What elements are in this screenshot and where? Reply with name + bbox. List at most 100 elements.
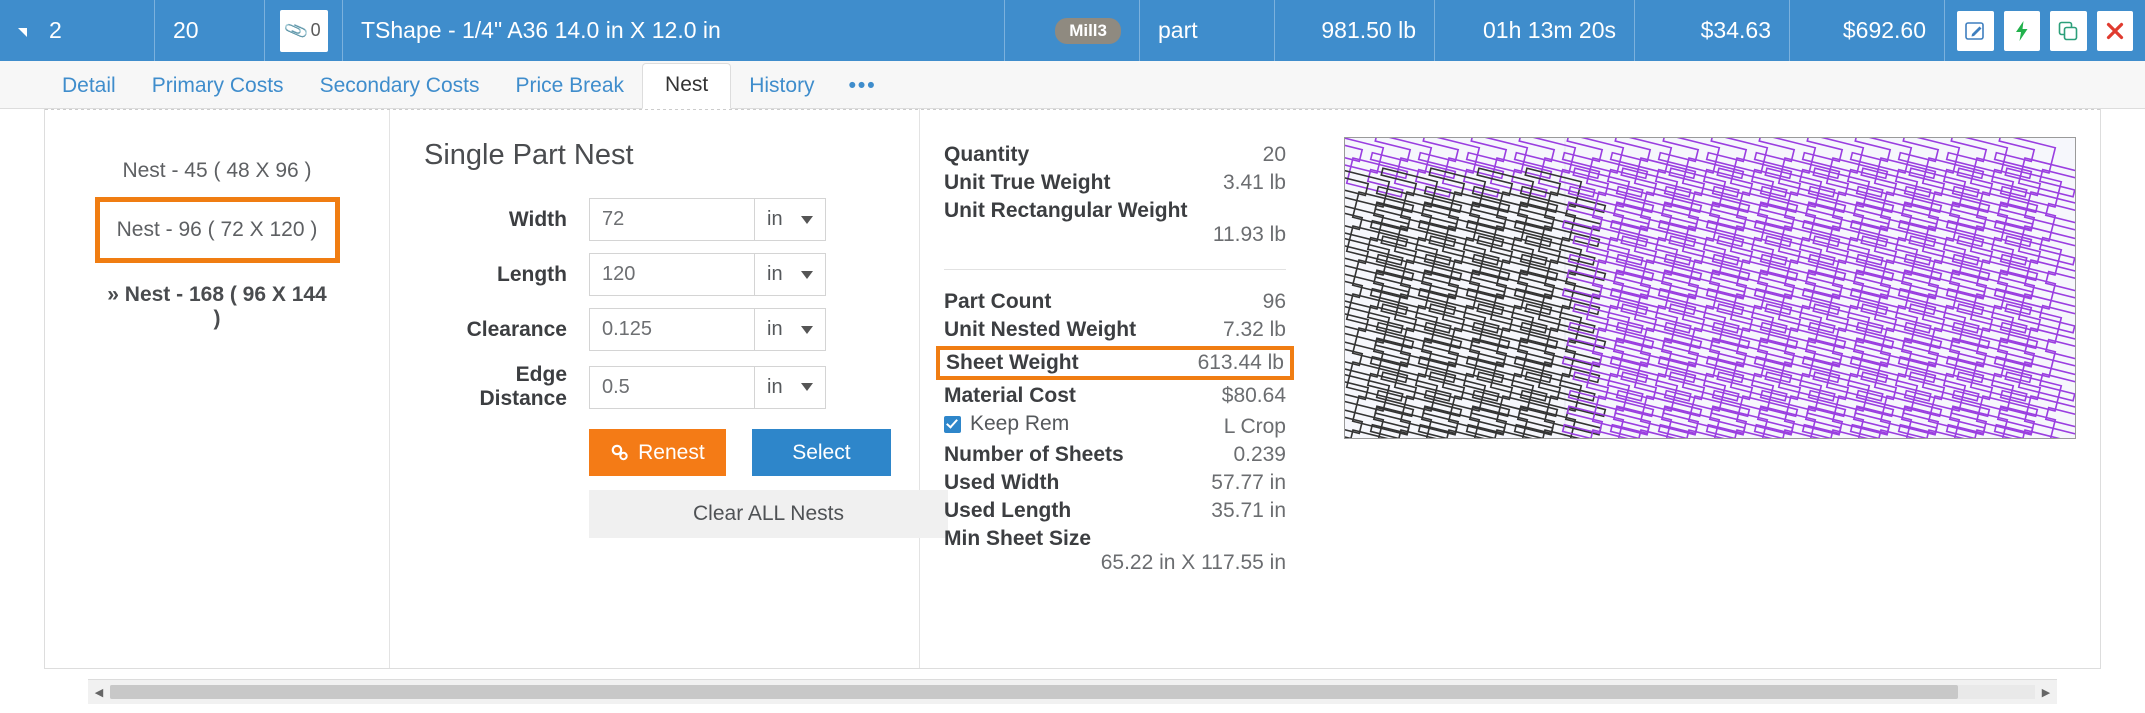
clearance-input[interactable] [589, 308, 754, 351]
header-runtime-value: 01h 13m 20s [1483, 17, 1616, 44]
clearance-unit-select[interactable]: in [754, 308, 826, 351]
header-level-value: 2 [49, 17, 62, 44]
status-badge: Mill3 [1055, 18, 1121, 44]
length-input[interactable] [589, 253, 754, 296]
tab-primary-costs[interactable]: Primary Costs [134, 65, 302, 108]
nest-list-item-168[interactable]: » Nest - 168 ( 96 X 144 ) [95, 263, 340, 345]
header-quantity-cell: 20 [155, 0, 265, 61]
stat-min-sheet-size-label: Min Sheet Size [944, 527, 1091, 550]
stat-keep-rem: Keep Rem L Crop [944, 410, 1286, 441]
header-weight-value: 981.50 lb [1321, 17, 1416, 44]
renest-button[interactable]: Renest [589, 429, 726, 476]
tab-history[interactable]: History [731, 65, 832, 108]
scrollbar-thumb[interactable] [110, 685, 1958, 699]
single-part-nest-form: Single Part Nest Width in Length in Clea… [390, 109, 920, 668]
edge-distance-label: Edge Distance [424, 363, 589, 411]
horizontal-scrollbar[interactable]: ◀ ▶ [88, 679, 2057, 704]
stat-quantity-label: Quantity [944, 143, 1029, 167]
header-unitcost-cell: $34.63 [1635, 0, 1790, 61]
nest-list: Nest - 45 ( 48 X 96 ) Nest - 96 ( 72 X 1… [45, 109, 390, 668]
quick-action-button[interactable] [2004, 11, 2041, 51]
keep-rem-value: L Crop [1224, 415, 1286, 439]
width-unit-select[interactable]: in [754, 198, 826, 241]
tab-overflow-menu[interactable]: ••• [833, 65, 895, 108]
form-row-length: Length in [424, 253, 891, 296]
paperclip-icon: 📎 [283, 17, 311, 44]
select-button-label: Select [792, 441, 850, 465]
width-unit-value: in [767, 208, 783, 231]
header-weight-cell: 981.50 lb [1275, 0, 1435, 61]
form-row-clearance: Clearance in [424, 308, 891, 351]
stat-unit-true-weight-label: Unit True Weight [944, 171, 1110, 195]
collapse-caret-icon[interactable] [18, 28, 27, 37]
tab-nest[interactable]: Nest [642, 63, 731, 109]
nest-list-item-45[interactable]: Nest - 45 ( 48 X 96 ) [95, 145, 340, 197]
tab-detail[interactable]: Detail [44, 65, 134, 108]
stat-material-cost: Material Cost $80.64 [944, 382, 1286, 410]
header-unitcost-value: $34.63 [1701, 17, 1771, 44]
length-unit-select[interactable]: in [754, 253, 826, 296]
width-input[interactable] [589, 198, 754, 241]
nest-statistics: Quantity 20 Unit True Weight 3.41 lb Uni… [920, 109, 1320, 668]
panel-top-divider [45, 109, 2100, 110]
lightning-bolt-icon [2011, 20, 2033, 42]
gears-icon [610, 443, 629, 462]
keep-rem-checkbox[interactable] [944, 416, 961, 433]
clearance-label: Clearance [424, 318, 589, 342]
chevron-down-icon [801, 216, 813, 224]
header-totalcost-cell: $692.60 [1790, 0, 1945, 61]
stat-min-sheet-size: Min Sheet Size 65.22 in X 117.55 in [944, 525, 1286, 577]
keep-rem-label: Keep Rem [970, 412, 1069, 436]
nest-layout-preview[interactable] [1344, 137, 2076, 439]
nest-list-item-96[interactable]: Nest - 96 ( 72 X 120 ) [95, 197, 340, 263]
edge-distance-input[interactable] [589, 366, 754, 409]
stat-material-cost-value: $80.64 [1222, 384, 1286, 408]
header-level-cell[interactable]: 2 [0, 0, 155, 61]
stat-sheet-weight: Sheet Weight 613.44 lb [936, 346, 1294, 380]
edit-button[interactable] [1957, 11, 1994, 51]
width-label: Width [424, 208, 589, 232]
stat-number-of-sheets: Number of Sheets 0.239 [944, 441, 1286, 469]
header-attachment-cell[interactable]: 📎 0 [265, 0, 343, 61]
form-row-width: Width in [424, 198, 891, 241]
length-label: Length [424, 263, 589, 287]
edge-distance-unit-select[interactable]: in [754, 366, 826, 409]
copy-icon [2057, 20, 2079, 42]
stat-quantity: Quantity 20 [944, 141, 1286, 169]
stats-divider [944, 269, 1286, 270]
stat-unit-nested-weight-label: Unit Nested Weight [944, 318, 1136, 342]
stat-used-width-label: Used Width [944, 471, 1059, 495]
tab-price-break[interactable]: Price Break [497, 65, 642, 108]
attachment-count: 0 [311, 20, 321, 41]
clear-all-nests-button[interactable]: Clear ALL Nests [589, 490, 948, 538]
stat-sheet-weight-value: 613.44 lb [1198, 351, 1284, 375]
stat-unit-rectangular-weight: Unit Rectangular Weight 11.93 lb [944, 197, 1286, 249]
delete-button[interactable] [2097, 11, 2134, 51]
tab-secondary-costs[interactable]: Secondary Costs [302, 65, 498, 108]
clearance-unit-value: in [767, 318, 783, 341]
header-title-cell: TShape - 1/4" A36 14.0 in X 12.0 in [343, 0, 1005, 61]
copy-button[interactable] [2050, 11, 2087, 51]
header-totalcost-value: $692.60 [1843, 17, 1926, 44]
header-part-label: part [1158, 17, 1198, 44]
stat-used-width: Used Width 57.77 in [944, 469, 1286, 497]
scroll-left-arrow-icon[interactable]: ◀ [88, 686, 110, 699]
stat-used-length: Used Length 35.71 in [944, 497, 1286, 525]
chevron-down-icon [801, 271, 813, 279]
nest-panel-wrapper: Nest - 45 ( 48 X 96 ) Nest - 96 ( 72 X 1… [0, 109, 2145, 713]
stat-used-width-value: 57.77 in [1211, 471, 1286, 495]
form-button-row: Renest Select [589, 429, 891, 476]
renest-button-label: Renest [638, 441, 705, 465]
scroll-right-arrow-icon[interactable]: ▶ [2035, 686, 2057, 699]
stat-used-length-value: 35.71 in [1211, 499, 1286, 523]
stat-unit-true-weight: Unit True Weight 3.41 lb [944, 169, 1286, 197]
stat-unit-nested-weight-value: 7.32 lb [1223, 318, 1286, 342]
select-button[interactable]: Select [752, 429, 891, 476]
scrollbar-track[interactable] [110, 685, 2035, 699]
chevron-down-icon [801, 326, 813, 334]
header-runtime-cell: 01h 13m 20s [1435, 0, 1635, 61]
red-x-icon [2104, 20, 2126, 42]
stat-unit-rectangular-weight-value: 11.93 lb [944, 223, 1286, 247]
stat-used-length-label: Used Length [944, 499, 1071, 523]
attachment-button[interactable]: 📎 0 [280, 10, 328, 52]
